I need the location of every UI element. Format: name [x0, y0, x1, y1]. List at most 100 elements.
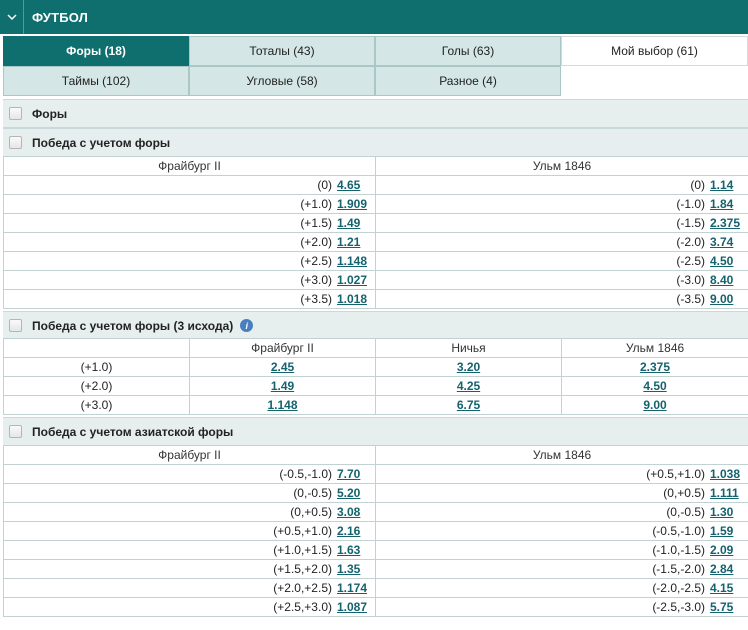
- column-draw: Ничья: [375, 338, 562, 358]
- away-cell: (-1.5) 2.375: [375, 213, 748, 233]
- odds-link[interactable]: 1.21: [337, 235, 371, 249]
- handicap-value: (+1.0,+1.5): [273, 543, 332, 557]
- handicap-value: (-1.0,-1.5): [652, 543, 705, 557]
- home-cell: (+1.5) 1.49: [3, 213, 376, 233]
- handicap-value: (-2.5): [676, 254, 705, 268]
- odds-link[interactable]: 1.027: [337, 273, 371, 287]
- away-cell: (0,-0.5) 1.30: [375, 502, 748, 522]
- handicap-value: (+3.0): [300, 273, 332, 287]
- odds-link[interactable]: 1.111: [710, 486, 744, 500]
- odds-link[interactable]: 2.84: [710, 562, 744, 576]
- odds-link[interactable]: 7.70: [337, 467, 371, 481]
- table-row: (+3.5) 1.018 (-3.5) 9.00: [3, 289, 748, 309]
- odds-link[interactable]: 1.14: [710, 178, 744, 192]
- table-header-row: Фрайбург II Ульм 1846: [3, 156, 748, 176]
- odds-link[interactable]: 1.49: [337, 216, 371, 230]
- table-row: (-0.5,-1.0) 7.70 (+0.5,+1.0) 1.038: [3, 464, 748, 484]
- draw-cell: 6.75: [375, 395, 562, 415]
- home-cell: (+0.5,+1.0) 2.16: [3, 521, 376, 541]
- away-cell: 2.375: [561, 357, 748, 377]
- odds-link[interactable]: 1.84: [710, 197, 744, 211]
- odds-link[interactable]: 1.35: [337, 562, 371, 576]
- handicap-value: (-2.5,-3.0): [652, 600, 705, 614]
- column-away: Ульм 1846: [375, 156, 748, 176]
- odds-link[interactable]: 1.148: [267, 398, 297, 412]
- odds-link[interactable]: 1.087: [337, 600, 371, 614]
- odds-link[interactable]: 2.375: [710, 216, 744, 230]
- handicap-value: (0): [317, 178, 332, 192]
- handicap-value: (+3.5): [300, 292, 332, 306]
- odds-link[interactable]: 3.20: [457, 360, 480, 374]
- odds-link[interactable]: 4.15: [710, 581, 744, 595]
- table-row: (+0.5,+1.0) 2.16 (-0.5,-1.0) 1.59: [3, 521, 748, 541]
- chevron-down-icon: [6, 14, 17, 21]
- odds-link[interactable]: 9.00: [643, 398, 666, 412]
- odds-link[interactable]: 2.09: [710, 543, 744, 557]
- home-cell: (0) 4.65: [3, 175, 376, 195]
- odds-link[interactable]: 4.50: [710, 254, 744, 268]
- handicap-cell: (+3.0): [3, 395, 190, 415]
- collapse-toggle[interactable]: [0, 0, 24, 34]
- odds-link[interactable]: 4.65: [337, 178, 371, 192]
- odds-link[interactable]: 1.038: [710, 467, 744, 481]
- odds-link[interactable]: 9.00: [710, 292, 744, 306]
- section-checkbox[interactable]: [9, 107, 22, 120]
- section-checkbox[interactable]: [9, 319, 22, 332]
- tab-totals[interactable]: Тоталы (43): [189, 36, 375, 66]
- table-row: (0,+0.5) 3.08 (0,-0.5) 1.30: [3, 502, 748, 522]
- section-title: Победа с учетом форы: [32, 135, 171, 150]
- column-handicap: [3, 338, 190, 358]
- handicap-value: (0,-0.5): [293, 486, 332, 500]
- tab-my-choice[interactable]: Мой выбор (61): [561, 36, 748, 66]
- column-away: Ульм 1846: [375, 445, 748, 465]
- odds-link[interactable]: 2.375: [640, 360, 670, 374]
- away-cell: (0) 1.14: [375, 175, 748, 195]
- tab-halves[interactable]: Таймы (102): [3, 66, 189, 96]
- odds-link[interactable]: 4.50: [643, 379, 666, 393]
- odds-link[interactable]: 1.59: [710, 524, 744, 538]
- away-cell: (-2.5,-3.0) 5.75: [375, 597, 748, 617]
- odds-link[interactable]: 1.018: [337, 292, 371, 306]
- odds-link[interactable]: 3.74: [710, 235, 744, 249]
- section-checkbox[interactable]: [9, 425, 22, 438]
- handicap-value: (+2.0): [300, 235, 332, 249]
- table-row: (+1.0) 2.45 3.20 2.375: [3, 357, 748, 377]
- table-row: (+3.0) 1.148 6.75 9.00: [3, 395, 748, 415]
- odds-link[interactable]: 8.40: [710, 273, 744, 287]
- section-handicap: Победа с учетом форы: [3, 128, 748, 157]
- handicap-value: (-0.5,-1.0): [279, 467, 332, 481]
- tab-corners[interactable]: Угловые (58): [189, 66, 375, 96]
- table-row: (+2.5) 1.148 (-2.5) 4.50: [3, 251, 748, 271]
- tab-goals[interactable]: Голы (63): [375, 36, 561, 66]
- odds-link[interactable]: 6.75: [457, 398, 480, 412]
- odds-link[interactable]: 2.45: [271, 360, 294, 374]
- section-asian-handicap: Победа с учетом азиатской форы: [3, 417, 748, 446]
- odds-link[interactable]: 1.909: [337, 197, 371, 211]
- odds-link[interactable]: 1.63: [337, 543, 371, 557]
- handicap-value: (0,-0.5): [666, 505, 705, 519]
- table-row: (+2.0) 1.21 (-2.0) 3.74: [3, 232, 748, 252]
- odds-link[interactable]: 4.25: [457, 379, 480, 393]
- handicap-value: (+2.5,+3.0): [273, 600, 332, 614]
- away-cell: (-2.0) 3.74: [375, 232, 748, 252]
- table-header-row: Фрайбург II Ульм 1846: [3, 445, 748, 465]
- home-cell: (+3.5) 1.018: [3, 289, 376, 309]
- tab-misc[interactable]: Разное (4): [375, 66, 561, 96]
- asian-handicap-table: Фрайбург II Ульм 1846 (-0.5,-1.0) 7.70 (+0…: [3, 445, 748, 617]
- table-row: (+1.0,+1.5) 1.63 (-1.0,-1.5) 2.09: [3, 540, 748, 560]
- home-cell: (-0.5,-1.0) 7.70: [3, 464, 376, 484]
- odds-link[interactable]: 3.08: [337, 505, 371, 519]
- odds-link[interactable]: 2.16: [337, 524, 371, 538]
- odds-link[interactable]: 5.75: [710, 600, 744, 614]
- home-cell: 1.49: [189, 376, 376, 396]
- odds-link[interactable]: 1.174: [337, 581, 371, 595]
- tab-fory[interactable]: Форы (18): [3, 36, 189, 66]
- odds-link[interactable]: 1.49: [271, 379, 294, 393]
- info-icon[interactable]: i: [240, 319, 254, 332]
- odds-link[interactable]: 5.20: [337, 486, 371, 500]
- handicap-value: (-3.0): [676, 273, 705, 287]
- handicap-value: (0,+0.5): [663, 486, 705, 500]
- section-checkbox[interactable]: [9, 136, 22, 149]
- odds-link[interactable]: 1.148: [337, 254, 371, 268]
- odds-link[interactable]: 1.30: [710, 505, 744, 519]
